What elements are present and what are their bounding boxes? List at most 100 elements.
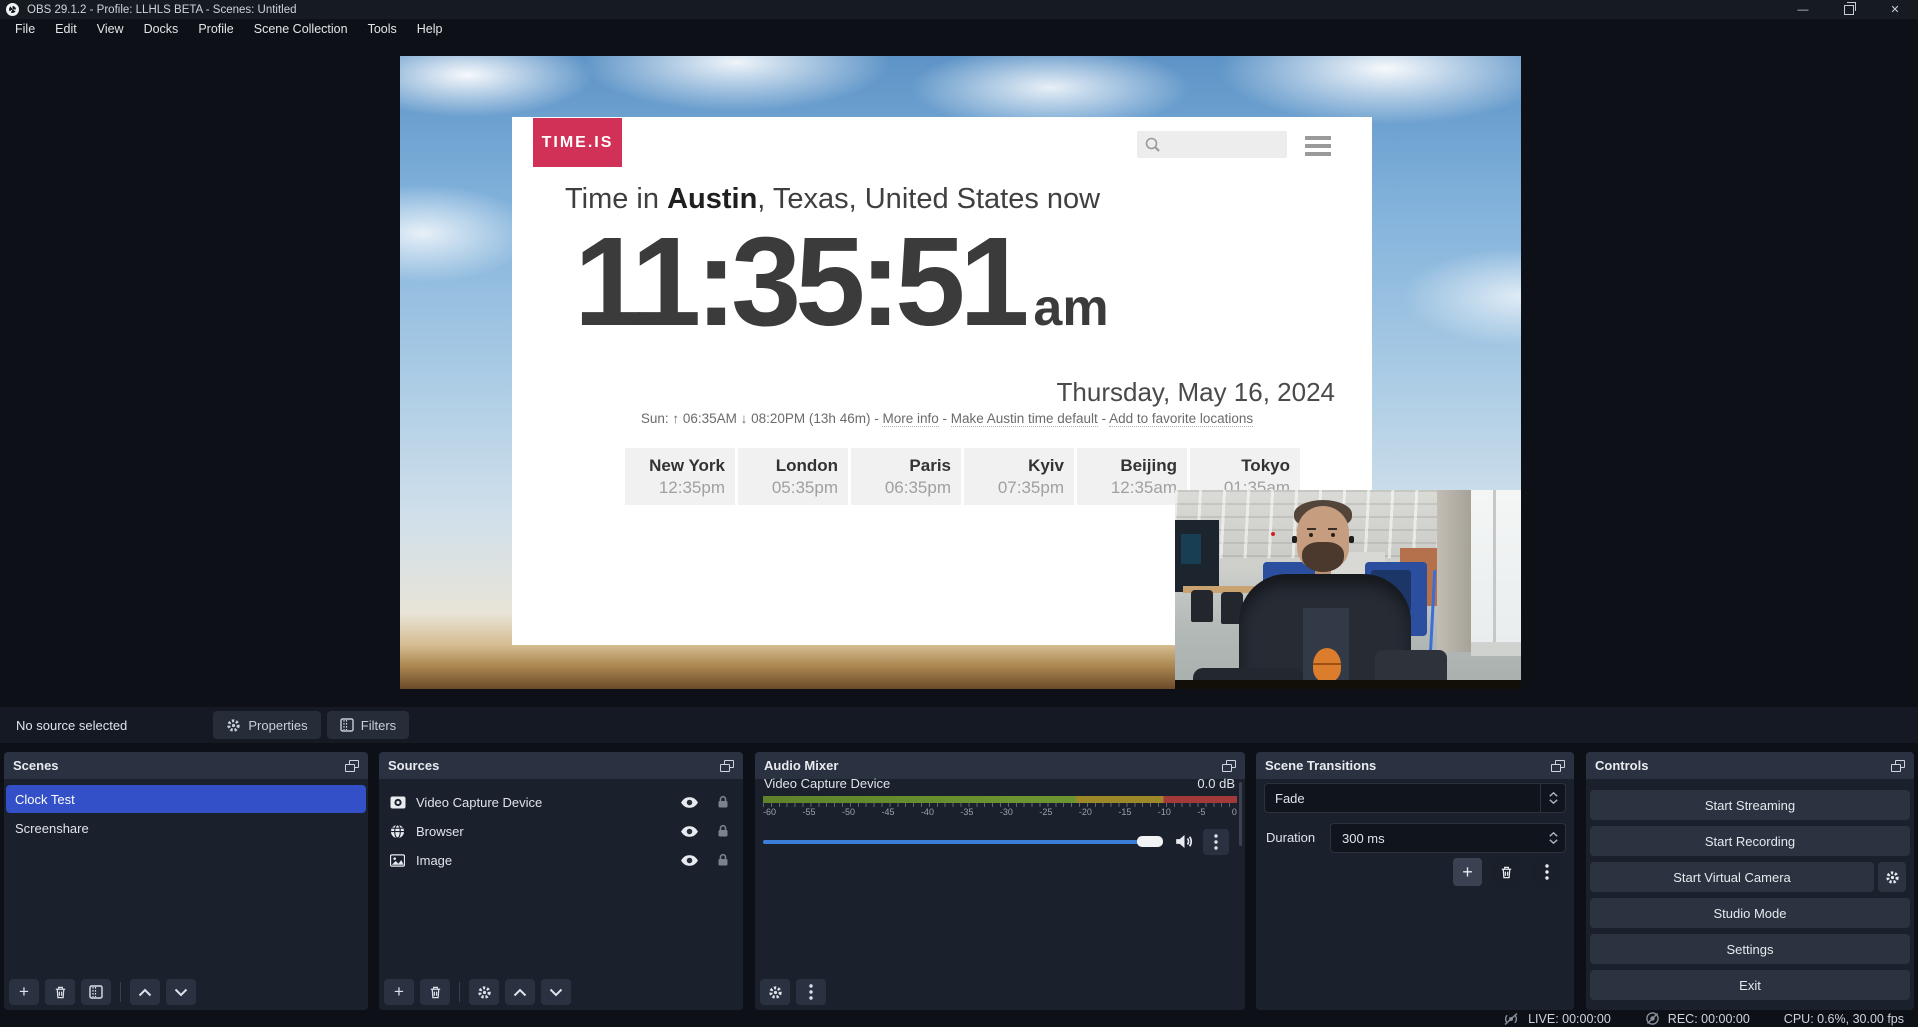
menu-bar: File Edit View Docks Profile Scene Colle… — [0, 19, 1918, 40]
move-source-down-button[interactable] — [541, 979, 571, 1005]
trash-icon — [53, 985, 68, 1000]
minimize-button[interactable]: — — [1780, 0, 1826, 19]
properties-button[interactable]: Properties — [213, 711, 321, 739]
studio-mode-button[interactable]: Studio Mode — [1590, 898, 1910, 928]
scenes-panel: Scenes Clock Test Screenshare + — [4, 752, 368, 1010]
start-recording-button[interactable]: Start Recording — [1590, 826, 1910, 856]
city-box-london: London 05:35pm — [738, 448, 848, 505]
chevron-down-icon — [174, 988, 188, 997]
current-date: Thursday, May 16, 2024 — [1057, 377, 1335, 408]
scene-item-clock-test[interactable]: Clock Test — [6, 785, 366, 813]
gear-icon — [768, 985, 783, 1000]
source-properties-button[interactable] — [469, 979, 499, 1005]
popout-icon[interactable] — [1891, 760, 1905, 772]
scene-item-screenshare[interactable]: Screenshare — [6, 814, 366, 842]
remove-source-button[interactable] — [420, 979, 450, 1005]
lock-icon[interactable] — [717, 795, 729, 809]
start-virtual-camera-button[interactable]: Start Virtual Camera — [1590, 862, 1874, 892]
start-streaming-button[interactable]: Start Streaming — [1590, 790, 1910, 820]
menu-docks[interactable]: Docks — [134, 19, 189, 40]
chevron-up-icon — [138, 988, 152, 997]
cpu-fps-status: CPU: 0.6%, 30.00 fps — [1784, 1012, 1904, 1026]
toolbar-divider — [459, 982, 460, 1002]
add-source-button[interactable]: + — [384, 979, 414, 1005]
menu-profile[interactable]: Profile — [188, 19, 243, 40]
menu-view[interactable]: View — [87, 19, 134, 40]
remove-scene-button[interactable] — [45, 979, 75, 1005]
source-item-image[interactable]: Image — [381, 846, 741, 874]
status-bar: LIVE: 00:00:00 REC: 00:00:00 CPU: 0.6%, … — [0, 1010, 1918, 1027]
scene-transitions-header[interactable]: Scene Transitions — [1256, 752, 1574, 779]
duration-spinbox[interactable]: 300 ms — [1330, 823, 1566, 853]
source-item-browser[interactable]: Browser — [381, 817, 741, 845]
volume-slider-handle[interactable] — [1137, 836, 1163, 847]
volume-slider-track[interactable] — [763, 840, 1145, 844]
sources-panel: Sources Video Capture Device Browser — [379, 752, 743, 1010]
visibility-eye-icon[interactable] — [680, 854, 699, 867]
scenes-panel-header[interactable]: Scenes — [4, 752, 368, 779]
sources-panel-header[interactable]: Sources — [379, 752, 743, 779]
hamburger-menu-icon — [1305, 136, 1331, 156]
audio-mixer-title: Audio Mixer — [764, 758, 838, 773]
scene-filters-button[interactable] — [81, 979, 111, 1005]
mixer-channel-menu-button[interactable] — [1203, 829, 1229, 855]
live-status: LIVE: 00:00:00 — [1502, 1012, 1611, 1026]
mixer-settings-button[interactable] — [760, 979, 790, 1005]
settings-button[interactable]: Settings — [1590, 934, 1910, 964]
popout-icon[interactable] — [1551, 760, 1565, 772]
popout-icon[interactable] — [720, 760, 734, 772]
scrollbar[interactable] — [1239, 782, 1242, 846]
exit-button[interactable]: Exit — [1590, 970, 1910, 1000]
controls-header[interactable]: Controls — [1586, 752, 1914, 779]
trash-icon — [428, 985, 443, 1000]
spin-arrows[interactable] — [1541, 824, 1565, 852]
lock-icon[interactable] — [717, 824, 729, 838]
toolbar-divider — [120, 982, 121, 1002]
visibility-eye-icon[interactable] — [680, 796, 699, 809]
restore-button[interactable] — [1826, 0, 1872, 19]
move-scene-down-button[interactable] — [166, 979, 196, 1005]
menu-scene-collection[interactable]: Scene Collection — [244, 19, 358, 40]
timeis-logo: TIME.IS — [533, 118, 622, 167]
add-transition-button[interactable]: + — [1453, 858, 1482, 886]
transition-menu-button[interactable] — [1532, 858, 1561, 886]
title-bar: OBS 29.1.2 - Profile: LLHLS BETA - Scene… — [0, 0, 1918, 19]
preview-canvas[interactable]: TIME.IS Time in Austin, Texas, United St… — [0, 40, 1918, 707]
video-scene: TIME.IS Time in Austin, Texas, United St… — [400, 56, 1521, 689]
image-icon — [390, 853, 407, 868]
mixer-menu-button[interactable] — [796, 979, 826, 1005]
popout-icon[interactable] — [345, 760, 359, 772]
menu-file[interactable]: File — [5, 19, 45, 40]
filters-button[interactable]: Filters — [327, 711, 409, 739]
transition-select[interactable]: Fade — [1264, 783, 1566, 813]
remove-transition-button[interactable] — [1492, 858, 1521, 886]
select-arrows — [1540, 784, 1565, 812]
add-scene-button[interactable]: + — [9, 979, 39, 1005]
visibility-eye-icon[interactable] — [680, 825, 699, 838]
audio-mixer-header[interactable]: Audio Mixer — [755, 752, 1245, 779]
close-button[interactable]: ✕ — [1872, 0, 1918, 19]
speaker-icon[interactable] — [1175, 833, 1194, 850]
move-scene-up-button[interactable] — [130, 979, 160, 1005]
webcam-overlay — [1175, 490, 1521, 689]
menu-help[interactable]: Help — [407, 19, 453, 40]
filters-icon — [89, 985, 103, 999]
source-item-video-capture[interactable]: Video Capture Device — [381, 788, 741, 816]
virtual-camera-settings-button[interactable] — [1878, 862, 1906, 892]
popout-icon[interactable] — [1222, 760, 1236, 772]
time-digits: 11:35:51 — [574, 211, 1023, 352]
meter-tick-labels: -60 -55 -50 -45 -40 -35 -30 -25 -20 -15 … — [763, 807, 1237, 817]
lock-icon[interactable] — [717, 853, 729, 867]
menu-edit[interactable]: Edit — [45, 19, 87, 40]
chevron-down-icon — [549, 988, 563, 997]
stream-inactive-icon — [1502, 1012, 1520, 1026]
window-title: OBS 29.1.2 - Profile: LLHLS BETA - Scene… — [27, 4, 297, 16]
chevron-up-icon — [513, 988, 527, 997]
chevron-down-icon — [1549, 799, 1558, 804]
move-source-up-button[interactable] — [505, 979, 535, 1005]
gear-icon — [1885, 870, 1900, 885]
obs-logo-icon — [6, 3, 19, 16]
audio-mixer-panel: Audio Mixer Video Capture Device 0.0 dB … — [755, 752, 1245, 1010]
controls-title: Controls — [1595, 758, 1648, 773]
menu-tools[interactable]: Tools — [358, 19, 407, 40]
